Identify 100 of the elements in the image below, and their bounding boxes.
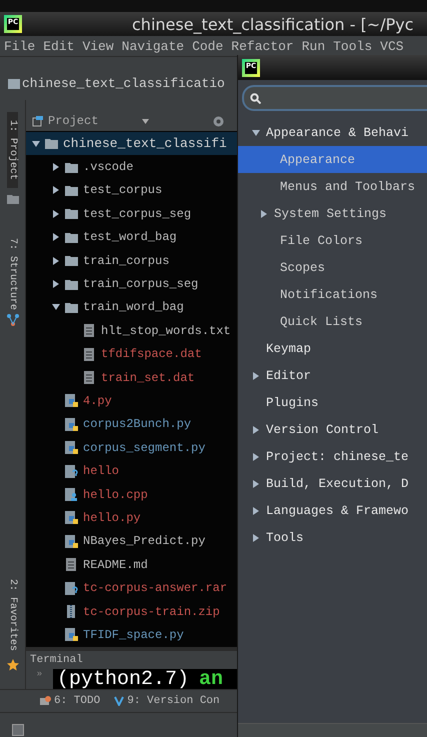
panel-title: Project [48, 114, 98, 128]
settings-item-label: File Colors [280, 234, 363, 248]
search-icon [250, 92, 261, 104]
settings-item-label: Tools [266, 530, 304, 544]
expand-arrow-icon[interactable] [52, 256, 60, 265]
settings-tree-item[interactable]: System Settings [238, 200, 427, 227]
expand-arrow-icon[interactable] [252, 480, 260, 488]
tree-row[interactable]: hello.cpp [26, 482, 237, 506]
gear-icon[interactable] [213, 116, 224, 126]
collapse-arrow-icon[interactable] [252, 128, 260, 136]
search-field[interactable] [242, 85, 427, 111]
folder-icon [8, 78, 20, 88]
collapse-arrow-icon[interactable] [32, 140, 40, 148]
menu-item[interactable]: Refactor [231, 38, 294, 54]
layout-toggle-icon[interactable] [12, 724, 24, 736]
folder-icon [44, 136, 59, 152]
tree-row[interactable]: test_corpus [26, 178, 237, 202]
tree-row[interactable]: tc-corpus-answer.rar [26, 576, 237, 600]
star-icon [6, 658, 18, 671]
tree-row[interactable]: test_word_bag [26, 226, 237, 249]
tree-row[interactable]: README.md [26, 553, 237, 576]
folder-name: test_corpus [83, 183, 162, 198]
settings-tree-item[interactable]: Plugins [238, 389, 427, 416]
settings-tree-item[interactable]: Languages & Framewo [238, 497, 427, 524]
file-name: train_set.dat [101, 370, 195, 385]
menu-item[interactable]: VCS [380, 38, 404, 54]
expand-arrow-icon[interactable] [52, 163, 60, 172]
menu-item[interactable]: Run [302, 38, 326, 54]
tree-row[interactable]: hello [26, 459, 237, 483]
tree-row[interactable]: corpus_segment.py [26, 436, 237, 460]
collapse-arrow-icon[interactable] [52, 303, 60, 312]
expand-arrow-icon[interactable] [252, 452, 260, 460]
settings-item-label: Appearance & Behavi [266, 126, 409, 140]
side-tab[interactable]: 7: Structure [7, 234, 18, 314]
settings-tree-item[interactable]: Appearance & Behavi [238, 119, 427, 146]
virtualenv-name: (python2.7) [57, 670, 190, 689]
expand-arrow-icon[interactable] [252, 372, 260, 380]
tree-row[interactable]: train_corpus_seg [26, 272, 237, 296]
python-file-icon [64, 416, 79, 432]
tree-row[interactable]: train_set.dat [26, 366, 237, 390]
tree-row[interactable]: train_word_bag [26, 296, 237, 320]
settings-tree-item[interactable]: Quick Lists [238, 308, 427, 335]
tree-row[interactable]: TFIDF_space.py [26, 623, 237, 647]
tree-row[interactable]: test_corpus_seg [26, 202, 237, 226]
file-name: corpus_segment.py [83, 440, 206, 455]
expand-arrow-icon[interactable] [252, 426, 260, 434]
tree-row[interactable]: hello.py [26, 506, 237, 530]
settings-tree-item[interactable]: Scopes [238, 254, 427, 281]
expand-arrow-icon[interactable] [52, 186, 60, 194]
panel-title: Terminal [30, 654, 83, 666]
file-name: hlt_stop_words.txt [101, 324, 231, 338]
prompt-marker: » [36, 668, 44, 679]
settings-tree-item[interactable]: Keymap [238, 335, 427, 362]
file-name: hello [83, 464, 120, 478]
tree-row[interactable]: hlt_stop_words.txt [26, 319, 237, 343]
settings-tree-item[interactable]: Editor [238, 362, 427, 389]
settings-tree-item[interactable]: Tools [238, 524, 427, 551]
tool-window-tab[interactable]: 6: TODO [40, 694, 100, 707]
tool-window-tab[interactable]: 9: Version Con [114, 694, 220, 707]
expand-arrow-icon[interactable] [52, 210, 60, 218]
tree-row[interactable]: tc-corpus-train.zip [26, 600, 237, 624]
text-file-icon [82, 346, 97, 362]
expand-arrow-icon[interactable] [252, 534, 260, 542]
tree-row[interactable]: tfdifspace.dat [26, 342, 237, 366]
tree-row[interactable]: NBayes_Predict.py [26, 530, 237, 554]
tree-row[interactable]: chinese_text_classifi [26, 132, 237, 156]
expand-arrow-icon[interactable] [52, 280, 60, 288]
settings-tree-item[interactable]: Project: chinese_te [238, 443, 427, 470]
dropdown-caret-icon[interactable] [142, 118, 150, 124]
side-tab[interactable]: 2: Favorites [7, 574, 18, 655]
menu-item[interactable]: File [4, 38, 36, 54]
menu-item[interactable]: Code [192, 38, 224, 54]
settings-item-label: Keymap [266, 342, 312, 356]
tree-row[interactable]: corpus2Bunch.py [26, 412, 237, 436]
project-icon [32, 115, 44, 127]
unknown-file-icon [64, 464, 79, 479]
file-name: NBayes_Predict.py [83, 534, 206, 548]
menu-item[interactable]: Navigate [122, 38, 184, 54]
settings-tree-item[interactable]: Appearance [238, 146, 427, 173]
cpp-file-icon [64, 487, 79, 502]
expand-arrow-icon[interactable] [260, 210, 268, 218]
settings-tree-item[interactable]: File Colors [238, 227, 427, 254]
settings-item-label: System Settings [274, 206, 387, 220]
tree-row[interactable]: .vscode [26, 155, 237, 179]
tree-row[interactable]: 4.py [26, 389, 237, 413]
file-name: tc-corpus-train.zip [83, 604, 220, 618]
settings-tree-item[interactable]: Build, Execution, D [238, 470, 427, 497]
expand-arrow-icon[interactable] [52, 233, 60, 242]
settings-tree-item[interactable]: Menus and Toolbars [238, 173, 427, 200]
python-file-icon [64, 534, 79, 549]
menu-item[interactable]: Edit [43, 38, 74, 54]
menu-item[interactable]: Tools [333, 38, 372, 54]
side-tab[interactable]: 1: Project [7, 112, 18, 188]
tree-row[interactable]: train_corpus [26, 248, 237, 272]
menu-item[interactable]: View [82, 38, 114, 54]
breadcrumb-item[interactable]: chinese_text_classificatio [22, 76, 225, 91]
expand-arrow-icon[interactable] [252, 506, 260, 514]
folder-name: chinese_text_classifi [63, 136, 227, 152]
settings-tree-item[interactable]: Version Control [238, 416, 427, 443]
settings-tree-item[interactable]: Notifications [238, 281, 427, 308]
